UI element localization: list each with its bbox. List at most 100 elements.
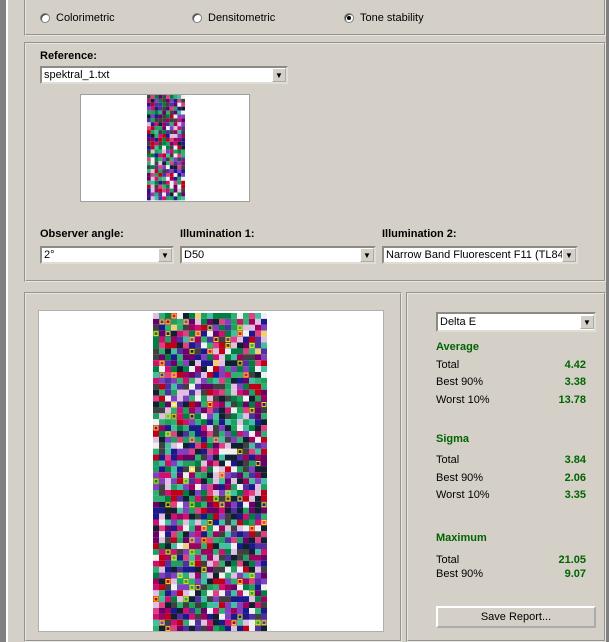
stat-row: Total 21.05 [436,554,586,568]
color-patch [195,602,201,608]
color-patch [158,134,163,138]
color-patch [159,413,165,420]
color-patch [261,578,267,585]
stat-value: 2.06 [564,472,586,484]
color-patch [225,566,231,573]
radio-densitometric[interactable]: Densitometric [192,12,275,24]
color-patch [153,466,159,473]
color-patch [195,383,201,390]
color-patch [195,613,201,620]
color-patch [249,383,255,390]
chevron-down-icon[interactable]: ▼ [562,248,576,262]
color-patch [261,484,267,490]
color-patch [201,383,207,390]
color-patch [183,425,189,431]
metric-select[interactable]: Delta E ▼ [436,312,596,332]
color-patch [183,354,189,361]
color-patch [169,98,174,103]
color-patch [177,118,182,123]
color-patch [219,478,225,485]
color-patch [255,419,261,426]
color-patch [243,507,249,514]
color-patch [213,525,219,532]
color-patch [249,584,255,591]
color-patch [207,360,213,367]
color-patch [159,613,165,620]
color-patch [153,354,159,361]
color-patch [219,560,225,567]
color-patch [153,554,159,561]
color-patch [201,413,207,420]
color-patch [169,106,174,111]
color-patch [177,110,182,115]
color-patch [147,137,151,142]
chevron-down-icon[interactable]: ▼ [360,248,374,262]
color-patch [177,513,183,520]
color-patch [165,584,171,591]
chevron-down-icon[interactable]: ▼ [580,315,594,329]
stat-row: Best 90% 3.38 [436,376,586,390]
color-patch [158,196,163,201]
radio-tone-stability-dot[interactable] [344,13,354,23]
reference-file-select[interactable]: spektral_1.txt ▼ [40,66,288,84]
stat-value: 9.07 [564,568,586,580]
color-patch [177,566,183,573]
color-patch [154,106,159,111]
color-patch [249,448,255,455]
color-patch [237,318,243,325]
color-patch [219,613,225,620]
maximum-title: Maximum [436,532,487,544]
color-patch [177,377,183,384]
chevron-down-icon[interactable]: ▼ [272,68,286,82]
color-patch [195,578,201,585]
color-patch [171,454,177,461]
illumination2-select[interactable]: Narrow Band Fluorescent F11 (TL84) ▼ [382,246,578,264]
color-patch [159,554,165,561]
radio-colorimetric-dot[interactable] [40,13,50,23]
color-patch [153,448,159,455]
color-patch [165,366,171,372]
color-patch [181,110,185,115]
color-patch [195,342,201,349]
color-patch [213,572,219,579]
color-patch [154,173,159,177]
color-patch [237,566,243,573]
color-patch [201,501,207,508]
color-patch [219,596,225,603]
illumination1-select[interactable]: D50 ▼ [180,246,376,264]
color-patch [201,478,207,485]
color-patch [150,122,155,127]
color-patch [181,192,185,197]
color-patch [177,184,182,189]
color-patch [183,436,189,443]
radio-colorimetric[interactable]: Colorimetric [40,12,115,24]
color-patch [153,602,159,608]
color-patch [213,466,219,473]
color-patch [171,431,177,437]
color-patch [207,501,213,508]
color-patch [177,98,182,103]
color-patch [219,537,225,544]
radio-tone-stability[interactable]: Tone stability [344,12,424,24]
color-patch [237,419,243,426]
color-patch [219,619,225,626]
color-patch [195,431,201,437]
color-patch [219,519,225,526]
observer-select[interactable]: 2° ▼ [40,246,174,264]
radio-densitometric-dot[interactable] [192,13,202,23]
color-patch [207,531,213,538]
color-patch [169,196,174,201]
color-patch [166,165,170,170]
color-patch [165,436,171,443]
chevron-down-icon[interactable]: ▼ [158,248,172,262]
color-patch [243,318,249,325]
color-patch [189,472,195,479]
color-patch [261,584,267,591]
color-patch [177,313,183,319]
color-patch [166,98,170,103]
color-patch [153,525,159,532]
save-report-button[interactable]: Save Report... [436,606,596,628]
color-patch [237,525,243,532]
color-patch [159,395,165,402]
color-patch [165,454,171,461]
